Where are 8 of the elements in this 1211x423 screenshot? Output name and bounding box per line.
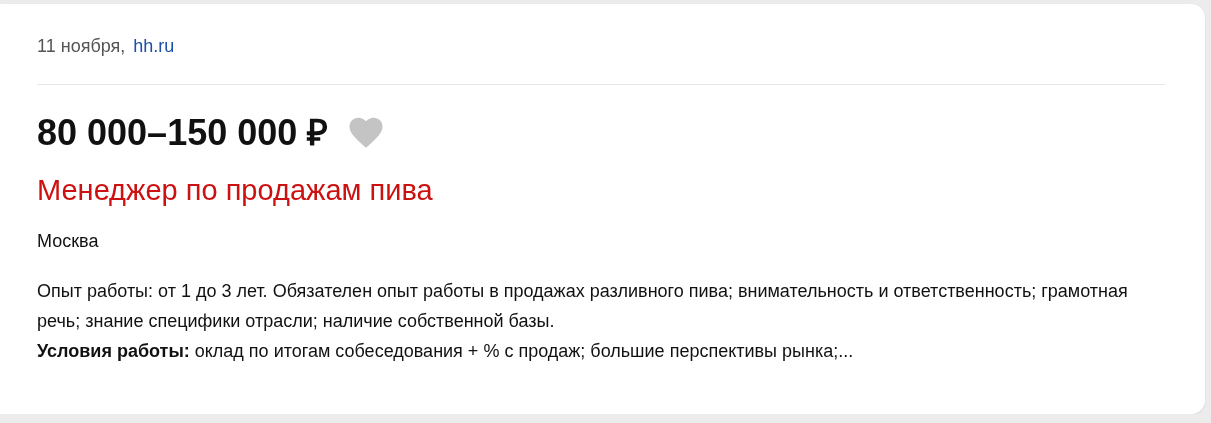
city-text: Москва [37,231,100,252]
date-text: 11 ноября, [37,35,126,57]
heart-icon[interactable] [348,115,385,148]
description-text: Опыт работы: от 1 до 3 лет. Обязателен опыт работы в продажах разливного пива; внимательность и ответственность; грамотная речь; знание специфики отрасли; наличие собственной базы. [37,280,1129,333]
source-link[interactable]: hh.ru [133,35,175,57]
salary-text: 80 000–150 000 ₽ [37,111,329,155]
description-text: Условия работы: оклад по итогам собеседования + % с продаж; большие перспективы рынка;... [37,340,855,363]
vacancy-title[interactable]: Менеджер по продажам пива [37,174,1165,207]
